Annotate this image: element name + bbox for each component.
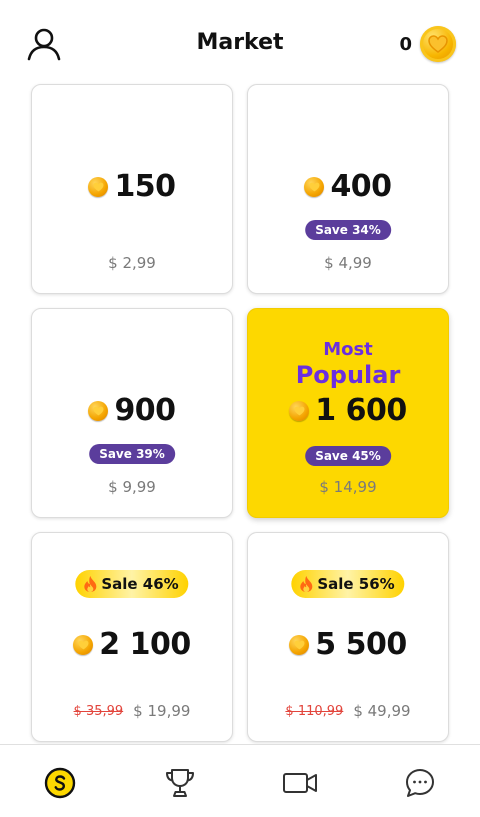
coin-icon xyxy=(289,400,310,421)
coin-icon xyxy=(88,176,109,197)
save-badge: Save 45% xyxy=(305,446,391,466)
coin-amount: 5 500 xyxy=(315,627,407,662)
price: $ 4,99 xyxy=(324,254,372,272)
sale-label: Sale 46% xyxy=(101,575,179,593)
sale-badge: Sale 56% xyxy=(291,570,405,598)
amount-row: 1 600 xyxy=(248,393,448,428)
price: $ 49,99 xyxy=(353,702,411,720)
coin-pack-5500[interactable]: Sale 56% 5 500 $ 110,99 $ 49,99 xyxy=(247,532,449,742)
market-coin-icon xyxy=(44,767,76,799)
coin-balance[interactable]: 0 xyxy=(399,24,456,64)
tab-market[interactable] xyxy=(42,765,78,801)
save-badge: Save 39% xyxy=(89,444,175,464)
price: $ 19,99 xyxy=(133,702,191,720)
coin-heart-icon xyxy=(420,26,456,62)
amount-row: 400 xyxy=(248,169,448,204)
balance-value: 0 xyxy=(399,33,412,55)
most-popular-label: Popular xyxy=(295,361,401,389)
coin-amount: 400 xyxy=(330,169,392,204)
old-price: $ 35,99 xyxy=(73,703,124,719)
most-popular-label: Most xyxy=(323,339,373,360)
price: $ 14,99 xyxy=(319,478,377,496)
coin-pack-400[interactable]: 400 Save 34% $ 4,99 xyxy=(247,84,449,294)
coin-pack-1600-most-popular[interactable]: Most Popular 1 600 Save 45% $ 14,99 xyxy=(247,308,449,518)
video-camera-icon xyxy=(283,773,317,793)
price-row: $ 110,99 $ 49,99 xyxy=(248,702,448,720)
coin-pack-2100[interactable]: Sale 46% 2 100 $ 35,99 $ 19,99 xyxy=(31,532,233,742)
tab-chat[interactable] xyxy=(402,765,438,801)
coin-icon xyxy=(289,634,310,655)
fire-icon xyxy=(300,576,313,592)
amount-row: 5 500 xyxy=(248,627,448,662)
price: $ 9,99 xyxy=(108,478,156,496)
coin-pack-150[interactable]: 150 $ 2,99 xyxy=(31,84,233,294)
amount-row: 150 xyxy=(32,169,232,204)
sale-label: Sale 56% xyxy=(317,575,395,593)
coin-icon xyxy=(304,176,325,197)
coin-amount: 1 600 xyxy=(315,393,407,428)
bottom-tab-bar xyxy=(0,744,480,817)
tab-videos[interactable] xyxy=(282,765,318,801)
price: $ 2,99 xyxy=(108,254,156,272)
amount-row: 900 xyxy=(32,393,232,428)
chat-bubble-icon xyxy=(406,769,434,797)
fire-icon xyxy=(84,576,97,592)
coin-pack-900[interactable]: 900 Save 39% $ 9,99 xyxy=(31,308,233,518)
sale-badge: Sale 46% xyxy=(75,570,189,598)
coin-icon xyxy=(88,400,109,421)
coin-icon xyxy=(73,634,94,655)
old-price: $ 110,99 xyxy=(285,703,344,719)
coin-amount: 150 xyxy=(114,169,176,204)
amount-row: 2 100 xyxy=(32,627,232,662)
price-row: $ 35,99 $ 19,99 xyxy=(32,702,232,720)
coin-amount: 2 100 xyxy=(99,627,191,662)
header: Market 0 xyxy=(0,0,480,88)
trophy-icon xyxy=(166,769,194,797)
save-badge: Save 34% xyxy=(305,220,391,240)
tab-leaderboard[interactable] xyxy=(162,765,198,801)
coin-amount: 900 xyxy=(114,393,176,428)
